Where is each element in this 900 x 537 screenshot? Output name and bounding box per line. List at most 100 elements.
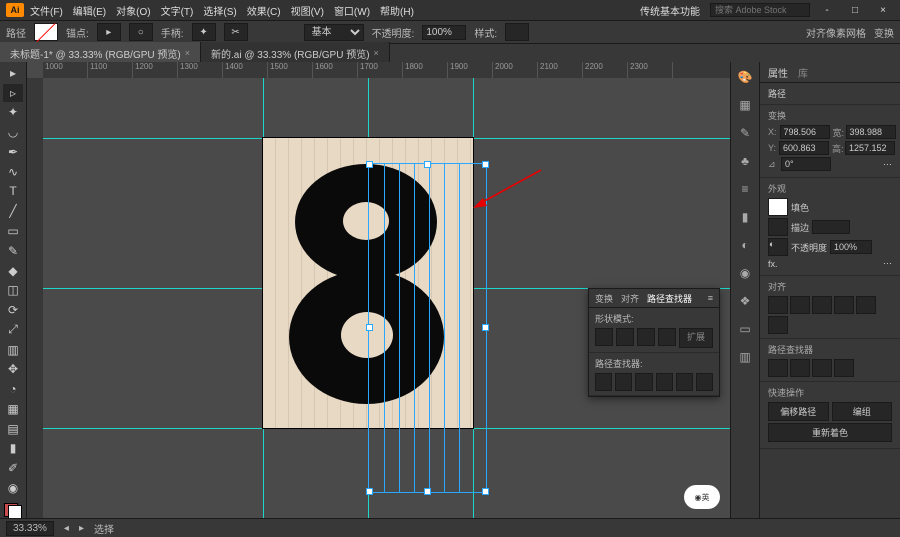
menu-file[interactable]: 文件(F) (26, 1, 67, 20)
layers-panel-icon[interactable]: ❖ (736, 292, 754, 310)
exclude-button[interactable] (658, 328, 676, 346)
crop-button[interactable] (656, 373, 673, 391)
expand-button[interactable]: 扩展 (679, 328, 713, 348)
opacity-field[interactable] (830, 240, 872, 254)
fill-swatch[interactable] (34, 23, 58, 41)
fx-button[interactable]: fx. (768, 259, 778, 269)
intersect-button[interactable] (637, 328, 655, 346)
x-input[interactable] (780, 125, 830, 139)
pf-exclude[interactable] (834, 359, 854, 377)
type-tool[interactable]: T (3, 183, 23, 201)
blend-tool[interactable]: ◉ (3, 479, 23, 497)
stock-search[interactable] (710, 3, 810, 17)
pf-unite[interactable] (768, 359, 788, 377)
offset-path-button[interactable]: 偏移路径 (768, 402, 829, 421)
y-input[interactable] (779, 141, 829, 155)
handle-show[interactable]: ✦ (192, 23, 216, 41)
libraries-tab[interactable]: 库 (798, 65, 808, 80)
more-options-icon[interactable]: ⋯ (883, 258, 892, 269)
color-panel-icon[interactable]: 🎨 (736, 68, 754, 86)
lasso-tool[interactable]: ◡ (3, 123, 23, 141)
pathfinder-panel[interactable]: 变换 对齐 路径查找器 ≡ 形状模式: 扩展 路径查找器 (588, 288, 720, 397)
align-right[interactable] (812, 296, 832, 314)
outline-button[interactable] (676, 373, 693, 391)
line-tool[interactable]: ╱ (3, 202, 23, 220)
style-swatch[interactable] (505, 23, 529, 41)
opacity-icon[interactable]: ◐ (768, 238, 788, 256)
mesh-tool[interactable]: ▤ (3, 420, 23, 438)
more-options-icon[interactable]: ⋯ (883, 159, 892, 170)
ime-badge[interactable]: ◉ 英 (684, 485, 720, 509)
handle-cut[interactable]: ✂ (224, 23, 248, 41)
stroke-weight[interactable] (812, 220, 850, 234)
align-vcenter[interactable] (856, 296, 876, 314)
eyedropper-tool[interactable]: ✐ (3, 459, 23, 477)
panel-menu-icon[interactable]: ≡ (708, 293, 713, 303)
align-left[interactable] (768, 296, 788, 314)
unite-button[interactable] (595, 328, 613, 346)
shaper-tool[interactable]: ◆ (3, 262, 23, 280)
fill-color[interactable] (768, 198, 788, 216)
color-swatches[interactable] (4, 503, 22, 519)
selection-tool[interactable]: ▸ (3, 64, 23, 82)
divide-button[interactable] (595, 373, 612, 391)
workspace-switcher[interactable]: 传统基本功能 (636, 1, 704, 20)
free-transform-tool[interactable]: ✥ (3, 360, 23, 378)
canvas-area[interactable]: 1000110012001300140015001600170018001900… (27, 62, 730, 519)
pf-intersect[interactable] (812, 359, 832, 377)
close-tab-icon[interactable]: × (374, 48, 379, 58)
canvas[interactable]: 变换 对齐 路径查找器 ≡ 形状模式: 扩展 路径查找器 (43, 78, 730, 519)
transparency-panel-icon[interactable]: ◐ (736, 236, 754, 254)
direct-selection-tool[interactable]: ▹ (3, 84, 23, 102)
close-tab-icon[interactable]: × (185, 48, 190, 58)
stroke-profile[interactable]: 基本 (304, 24, 364, 41)
tab-new[interactable]: 新的.ai @ 33.33% (RGB/GPU 预览)× (201, 42, 390, 64)
stroke-color[interactable] (768, 218, 788, 236)
close-icon[interactable]: × (872, 2, 894, 18)
menu-select[interactable]: 选择(S) (199, 1, 240, 20)
width-tool[interactable]: ▥ (3, 341, 23, 359)
nav-prev-icon[interactable]: ◂ (64, 523, 69, 534)
tab-align[interactable]: 对齐 (621, 292, 639, 305)
paintbrush-tool[interactable]: ✎ (3, 242, 23, 260)
recolor-button[interactable]: 重新着色 (768, 423, 892, 442)
merge-button[interactable] (635, 373, 652, 391)
menu-effect[interactable]: 效果(C) (243, 1, 285, 20)
symbols-panel-icon[interactable]: ♣ (736, 152, 754, 170)
gradient-panel-icon[interactable]: ▮ (736, 208, 754, 226)
align-bottom[interactable] (768, 316, 788, 334)
curvature-tool[interactable]: ∿ (3, 163, 23, 181)
tab-pathfinder[interactable]: 路径查找器 (647, 292, 692, 305)
align-hcenter[interactable] (790, 296, 810, 314)
restore-icon[interactable]: □ (844, 2, 866, 18)
group-button[interactable]: 编组 (832, 402, 893, 421)
swatches-panel-icon[interactable]: ▦ (736, 96, 754, 114)
tab-untitled[interactable]: 未标题-1* @ 33.33% (RGB/GPU 预览)× (0, 42, 201, 64)
scale-tool[interactable]: ⤢ (3, 321, 23, 339)
zoom-level[interactable]: 33.33% (6, 521, 54, 536)
appearance-panel-icon[interactable]: ◉ (736, 264, 754, 282)
align-top[interactable] (834, 296, 854, 314)
menu-view[interactable]: 视图(V) (287, 1, 328, 20)
artboards-panel-icon[interactable]: ▭ (736, 320, 754, 338)
menu-window[interactable]: 窗口(W) (330, 1, 374, 20)
tab-transform[interactable]: 变换 (595, 292, 613, 305)
rectangle-tool[interactable]: ▭ (3, 222, 23, 240)
nav-next-icon[interactable]: ▸ (79, 523, 84, 534)
brushes-panel-icon[interactable]: ✎ (736, 124, 754, 142)
minimize-icon[interactable]: - (816, 2, 838, 18)
menu-type[interactable]: 文字(T) (157, 1, 198, 20)
perspective-tool[interactable]: ▦ (3, 400, 23, 418)
pen-tool[interactable]: ✒ (3, 143, 23, 161)
shape-builder-tool[interactable]: ◔ (3, 380, 23, 398)
trim-button[interactable] (615, 373, 632, 391)
magic-wand-tool[interactable]: ✦ (3, 104, 23, 122)
w-input[interactable] (846, 125, 896, 139)
pixel-align[interactable]: 对齐像素网格 (806, 25, 866, 40)
opacity-input[interactable] (422, 25, 466, 40)
selection-bounding-box[interactable] (368, 163, 487, 493)
menu-object[interactable]: 对象(O) (112, 1, 154, 20)
gradient-tool[interactable]: ▮ (3, 440, 23, 458)
pf-minus[interactable] (790, 359, 810, 377)
minus-front-button[interactable] (616, 328, 634, 346)
